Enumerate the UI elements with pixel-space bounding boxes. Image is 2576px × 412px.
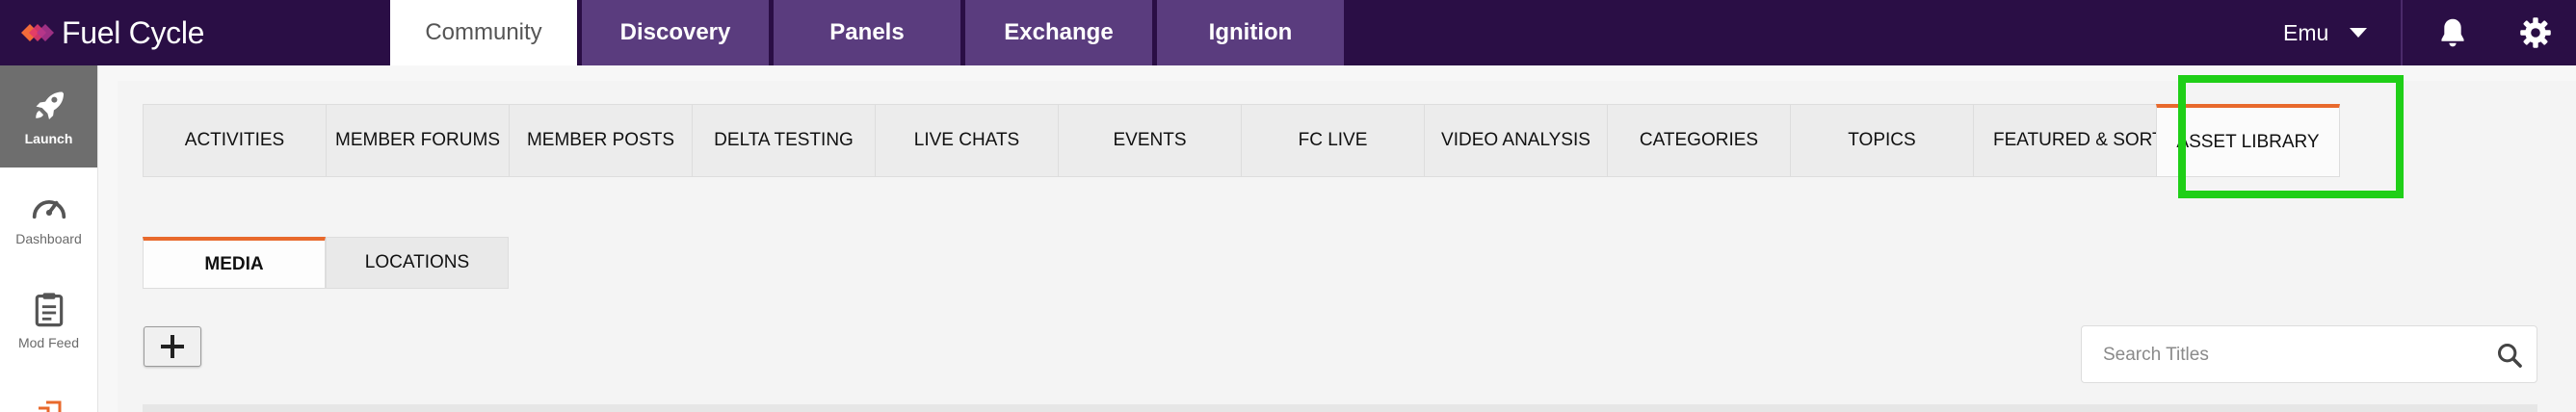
top-tab-panels[interactable]: Panels bbox=[774, 0, 960, 65]
top-tab-exchange[interactable]: Exchange bbox=[965, 0, 1152, 65]
brand-logo[interactable]: Fuel Cycle bbox=[21, 0, 204, 65]
search-box bbox=[2081, 325, 2537, 383]
section-tabs: ACTIVITIES MEMBER FORUMS MEMBER POSTS DE… bbox=[143, 104, 2340, 177]
add-button[interactable] bbox=[144, 326, 201, 367]
search-icon[interactable] bbox=[2496, 342, 2523, 369]
sidebar-item-dashboard[interactable]: Dashboard bbox=[0, 167, 97, 270]
plus-icon bbox=[161, 335, 184, 358]
tab-fc-live[interactable]: FC LIVE bbox=[1241, 104, 1425, 177]
clipboard-icon bbox=[35, 293, 63, 327]
tab-video-analysis[interactable]: VIDEO ANALYSIS bbox=[1424, 104, 1608, 177]
highlight-box bbox=[2178, 75, 2404, 198]
tab-locations[interactable]: LOCATIONS bbox=[326, 237, 509, 289]
tab-live-chats[interactable]: LIVE CHATS bbox=[875, 104, 1059, 177]
tab-events[interactable]: EVENTS bbox=[1058, 104, 1242, 177]
divider bbox=[2401, 0, 2403, 65]
tab-activities[interactable]: ACTIVITIES bbox=[143, 104, 327, 177]
sidebar-item-label: Launch bbox=[24, 131, 73, 146]
tab-featured-sorting[interactable]: FEATURED & SORTING bbox=[1973, 104, 2157, 177]
folder-icon bbox=[39, 400, 62, 412]
sidebar-item-launch[interactable]: Launch bbox=[0, 65, 97, 167]
user-name: Emu bbox=[2283, 19, 2329, 45]
tab-media[interactable]: MEDIA bbox=[143, 237, 326, 289]
table-header-edge bbox=[143, 404, 2537, 412]
top-tab-community[interactable]: Community bbox=[390, 0, 577, 65]
tab-member-forums[interactable]: MEMBER FORUMS bbox=[326, 104, 510, 177]
tab-categories[interactable]: CATEGORIES bbox=[1607, 104, 1791, 177]
top-tab-ignition[interactable]: Ignition bbox=[1157, 0, 1344, 65]
caret-down-icon bbox=[2350, 28, 2368, 38]
tab-delta-testing[interactable]: DELTA TESTING bbox=[692, 104, 876, 177]
product-tabs: Community Discovery Panels Exchange Igni… bbox=[390, 0, 1349, 65]
rocket-icon bbox=[35, 91, 64, 120]
top-navigation-bar: Fuel Cycle Community Discovery Panels Ex… bbox=[0, 0, 2576, 65]
fuel-cycle-logo-icon bbox=[21, 24, 54, 41]
search-input[interactable] bbox=[2103, 340, 2469, 371]
left-sidebar: Launch Dashboard Mod Feed bbox=[0, 65, 98, 412]
brand-name: Fuel Cycle bbox=[62, 14, 205, 50]
speedometer-icon bbox=[32, 200, 66, 219]
sidebar-item-label: Mod Feed bbox=[17, 335, 80, 350]
top-tab-discovery[interactable]: Discovery bbox=[582, 0, 769, 65]
tab-member-posts[interactable]: MEMBER POSTS bbox=[509, 104, 693, 177]
sidebar-item-partial[interactable] bbox=[29, 400, 67, 412]
user-menu[interactable]: Emu bbox=[2283, 0, 2368, 65]
sidebar-item-label: Dashboard bbox=[15, 231, 82, 246]
sidebar-item-mod-feed[interactable]: Mod Feed bbox=[0, 270, 97, 372]
gear-icon[interactable] bbox=[2518, 15, 2553, 50]
tab-topics[interactable]: TOPICS bbox=[1790, 104, 1974, 177]
sub-tabs: MEDIA LOCATIONS bbox=[143, 237, 509, 289]
bell-icon[interactable] bbox=[2435, 15, 2470, 50]
